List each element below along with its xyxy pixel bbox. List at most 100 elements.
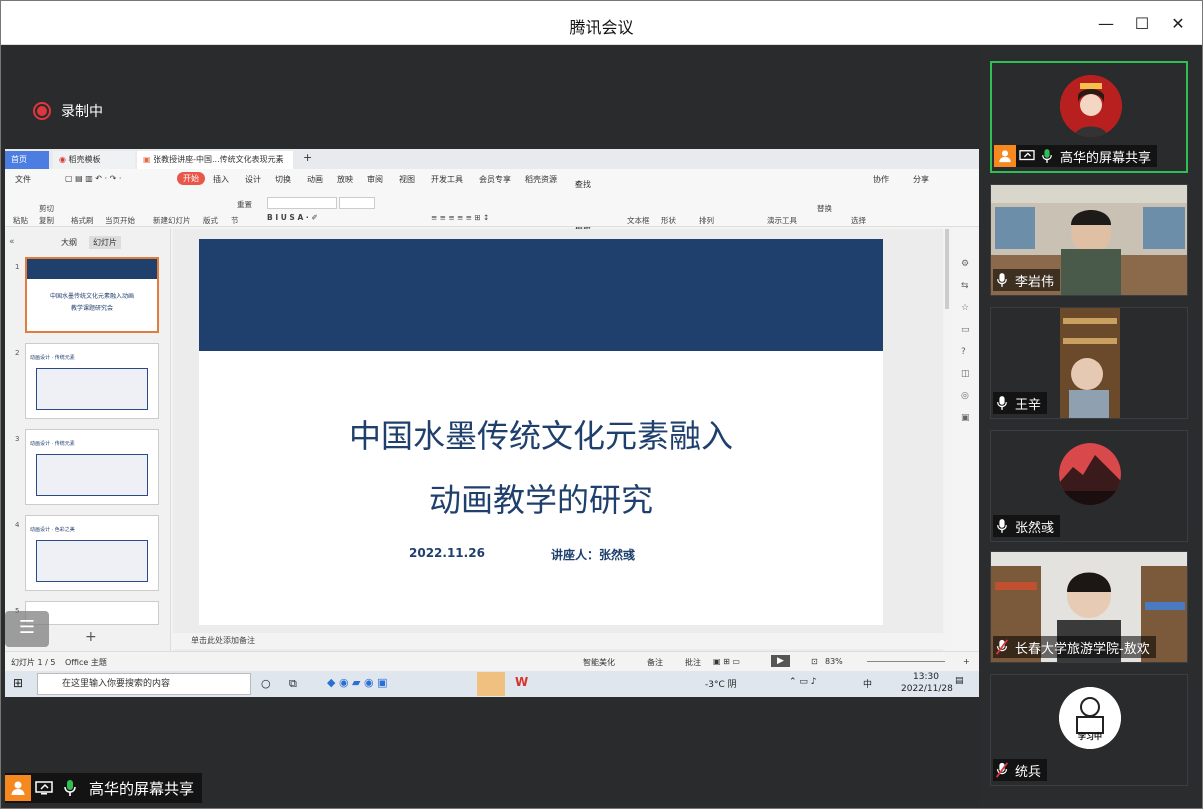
clock-time[interactable]: 13:30 [913,672,939,682]
paragraph-icons[interactable]: ≡ ≡ ≡ ≡ ≡ ⊞ ↕ [431,213,489,222]
quick-tools-icon[interactable]: ▢ ▤ ▥ ↶ · ↷ · [65,174,121,183]
menu-start[interactable]: 开始 [177,172,205,185]
cortana-icon[interactable]: ○ [261,677,271,690]
menu-view[interactable]: 视图 [399,174,415,185]
slide-editor: 中国水墨传统文化元素融入 动画教学的研究 2022.11.26 讲座人：张然彧 [173,229,943,651]
tab-outline[interactable]: 大纲 [61,237,77,248]
tab-slides[interactable]: 幻灯片 [89,236,121,249]
recording-indicator[interactable]: 录制中 [33,101,103,121]
maximize-icon[interactable]: ☐ [1129,11,1155,37]
new-slide-button[interactable]: 新建幻灯片 [153,215,191,226]
tab-document[interactable]: ▣ 张教授讲座-中国...传统文化表现元素 ✕ [137,151,293,182]
thumb-4-title: 动画设计 · 色彩之美 [30,527,75,533]
start-from-current-button[interactable]: 当页开始 [105,215,135,226]
participant-nametag: 李岩伟 [993,269,1061,291]
user-icon [5,775,31,801]
share-button[interactable]: 分享 [913,174,929,185]
layout-button[interactable]: 版式 [203,215,218,226]
format-painter-button[interactable]: 格式刷 [71,215,94,226]
menu-slideshow[interactable]: 放映 [337,174,353,185]
comments-button[interactable]: 批注 [685,657,701,668]
meeting-window: 腾讯会议 — ☐ ✕ 录制中 首页 ◉ 稻壳模板 ▣ 张教授讲座-中国...传统… [0,0,1203,809]
slide-thumbnail-4[interactable]: 动画设计 · 色彩之美 [25,515,159,591]
weather-status[interactable]: -3°C 阴 [705,677,737,690]
thumb-number: 2 [15,349,20,357]
copy-button[interactable]: 复制 [39,215,54,226]
taskbar-search[interactable]: 在这里输入你要搜索的内容 [37,673,251,695]
tab-home[interactable]: 首页 [5,151,49,169]
section-button[interactable]: 节 [231,215,239,226]
participant-tile-tongbing[interactable]: 学习中 统兵 [990,674,1188,786]
side-tool-icons[interactable]: ⚙ ⇆ ☆ ▭? ◫ ◎ ▣ [961,253,970,429]
notes-field[interactable]: 单击此处添加备注 [173,633,953,649]
ime-indicator[interactable]: 中 [863,677,872,690]
slide-thumbnail-1[interactable]: 中国水墨传统文化元素融入动画 教学课题研究会 [25,257,159,333]
select-button[interactable]: 选择 [851,215,866,226]
new-tab-icon[interactable]: + [297,149,318,167]
avatar: 学习中 [1059,687,1121,749]
notification-icon[interactable]: ▤ [955,676,964,686]
menu-docer[interactable]: 稻壳资源 [525,174,557,185]
menu-transition[interactable]: 切换 [275,174,291,185]
fit-icon[interactable]: ⊡ [811,657,818,666]
menu-member[interactable]: 会员专享 [479,174,511,185]
menu-insert[interactable]: 插入 [213,174,229,185]
participant-list-menu-icon[interactable]: ☰ [5,611,49,647]
arrange-button[interactable]: 排列 [699,215,714,226]
replace-button[interactable]: 替换 [817,203,832,214]
share-status-bar: 高华的屏幕共享 [5,773,203,803]
add-slide-icon[interactable]: + [85,629,97,645]
slide-thumbnail-2[interactable]: 动画设计 · 传统元素 [25,343,159,419]
menu-file[interactable]: 文件 [15,174,31,185]
notes-button[interactable]: 备注 [647,657,663,668]
tray-icons[interactable]: ⌃ ▭ ♪ [789,677,817,687]
zoom-in-icon[interactable]: + [963,657,970,666]
view-mode-icons[interactable]: ▣ ⊞ ▭ [713,657,740,666]
font-family-select[interactable] [267,197,337,209]
slide-date: 2022.11.26 [409,546,485,560]
collapse-pane-icon[interactable]: « [9,237,15,247]
menu-design[interactable]: 设计 [245,174,261,185]
menu-developer[interactable]: 开发工具 [431,174,463,185]
reset-button[interactable]: 重置 [237,199,252,210]
bold-icon[interactable]: B I U S A · ✐ [267,213,318,222]
windows-start-icon[interactable]: ⊞ [13,676,23,690]
zoom-level[interactable]: 83% [825,657,843,666]
screen-share-icon [1016,145,1038,167]
wps-icon[interactable]: W [515,675,528,689]
minimize-icon[interactable]: — [1093,11,1119,37]
collab-button[interactable]: 协作 [873,174,889,185]
participant-tile-wangxin[interactable]: 王辛 [990,307,1188,419]
participant-tile-gaohua[interactable]: 高华的屏幕共享 [990,61,1188,173]
zoom-slider[interactable] [867,661,945,662]
avatar [1059,443,1121,505]
tab-docer[interactable]: ◉ 稻壳模板 [53,151,135,169]
slide-thumbnail-3[interactable]: 动画设计 · 传统元素 [25,429,159,505]
cut-button[interactable]: 剪切 [39,203,54,214]
smart-beautify-button[interactable]: 智能美化 [583,657,615,668]
menu-review[interactable]: 审阅 [367,174,383,185]
shape-button[interactable]: 形状 [661,215,676,226]
wechat-icon[interactable] [477,672,505,696]
participant-name: 张然彧 [1015,520,1055,536]
participant-tile-zhangranyu[interactable]: 张然彧 [990,430,1188,542]
paste-button[interactable]: 粘贴 [13,215,28,226]
participant-nametag: 长春大学旅游学院-敖欢 [993,636,1156,658]
presenter-tools-button[interactable]: 演示工具 [767,215,797,226]
task-view-icon[interactable]: ⧉ [289,677,297,691]
font-size-select[interactable] [339,197,375,209]
current-slide[interactable]: 中国水墨传统文化元素融入 动画教学的研究 2022.11.26 讲座人：张然彧 [199,239,883,625]
clock-date[interactable]: 2022/11/28 [901,684,953,694]
close-icon[interactable]: ✕ [1165,11,1191,37]
taskbar-apps-icons[interactable]: ◆ ◉ ▰ ◉ ▣ [327,676,388,689]
screen-share-icon [31,775,57,801]
participant-name: 长春大学旅游学院-敖欢 [1015,641,1150,657]
participant-tile-liyanwei[interactable]: 李岩伟 [990,184,1188,296]
vertical-scrollbar[interactable] [945,229,949,309]
textbox-button[interactable]: 文本框 [627,215,650,226]
participant-tile-aohuan[interactable]: 长春大学旅游学院-敖欢 [990,551,1188,663]
menu-animation[interactable]: 动画 [307,174,323,185]
window-title: 腾讯会议 [569,18,634,37]
mic-muted-icon [993,759,1011,781]
play-icon[interactable]: ▶ [771,655,790,667]
